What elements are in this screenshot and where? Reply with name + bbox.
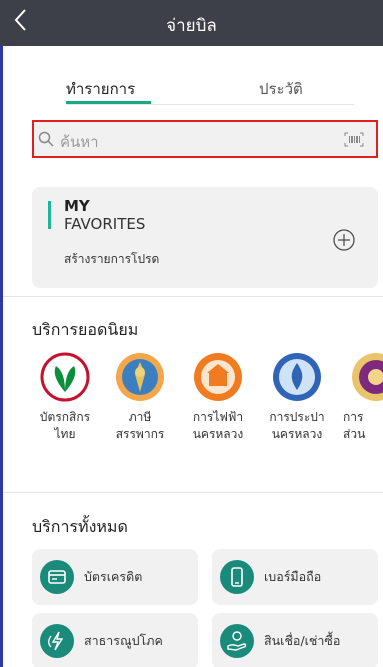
tab-transactions[interactable]: ทำรายการ — [66, 77, 135, 101]
section-divider — [0, 296, 383, 297]
active-tab-indicator — [66, 101, 151, 104]
popular-item-label: บัตรกสิกร — [39, 410, 91, 424]
category-utilities[interactable]: สาธารณูปโภค — [32, 613, 198, 667]
search-input[interactable]: ค้นหา — [32, 120, 378, 158]
popular-item-label: ภาษี — [128, 410, 152, 424]
category-loan[interactable]: สินเชื่อ/เช่าซื้อ — [212, 613, 378, 667]
all-services-title: บริการทั้งหมด — [32, 517, 128, 536]
government-seal-icon — [352, 353, 383, 401]
utilities-icon — [40, 624, 74, 658]
favorites-card[interactable]: MY FAVORITES สร้างรายการโปรด — [32, 187, 378, 288]
mea-logo-icon — [194, 353, 242, 401]
category-mobile[interactable]: เบอร์มือถือ — [212, 549, 378, 605]
left-accent-strip — [0, 46, 3, 667]
favorites-accent-bar — [48, 201, 51, 229]
favorites-title-line2: FAVORITES — [64, 215, 146, 233]
popular-item-label: การ — [343, 410, 364, 424]
popular-services-row: บัตรกสิกร ไทย ภาษี สรรพากร การไฟฟ้า นครห… — [0, 352, 383, 480]
category-label: บัตรเครดิต — [84, 569, 143, 584]
search-icon — [38, 131, 54, 147]
mwa-logo-icon — [273, 353, 321, 401]
section-divider — [0, 492, 383, 493]
category-label: สาธารณูปโภค — [84, 633, 163, 648]
category-label: เบอร์มือถือ — [264, 569, 322, 584]
create-favorite-label: สร้างรายการโปรด — [64, 252, 160, 266]
favorites-title-line1: MY — [64, 197, 90, 215]
category-credit-card[interactable]: บัตรเครดิต — [32, 549, 198, 605]
barcode-scan-icon[interactable] — [344, 132, 364, 147]
popular-services-title: บริการยอดนิยม — [32, 320, 139, 339]
tab-divider — [66, 104, 354, 105]
mobile-phone-icon — [220, 560, 254, 594]
search-placeholder: ค้นหา — [60, 133, 99, 151]
kbank-logo-icon — [40, 352, 90, 402]
credit-card-icon — [40, 560, 74, 594]
title-bar: จ่ายบิล — [0, 0, 383, 46]
popular-item-label: การประปา — [269, 410, 325, 424]
category-label: สินเชื่อ/เช่าซื้อ — [264, 633, 341, 648]
loan-hand-icon — [220, 624, 254, 658]
popular-item-label: นครหลวง — [192, 427, 244, 441]
main-content: ทำรายการ ประวัติ ค้นหา MY FAVORITES สร้า… — [0, 46, 383, 667]
popular-item-label: การไฟฟ้า — [192, 410, 244, 424]
revenue-department-logo-icon — [116, 353, 164, 401]
bill-payment-screen: จ่ายบิล ทำรายการ ประวัติ ค้นหา MY FAVORI… — [0, 0, 383, 667]
tab-history[interactable]: ประวัติ — [259, 77, 303, 101]
tab-bar: ทำรายการ ประวัติ — [0, 46, 383, 106]
popular-item-label: ไทย — [54, 427, 76, 441]
plus-circle-icon[interactable] — [333, 229, 355, 251]
popular-item-label: ส่วน — [343, 427, 366, 441]
page-title: จ่ายบิล — [166, 16, 217, 36]
popular-item-label: สรรพากร — [115, 427, 165, 441]
popular-item-label: นครหลวง — [271, 427, 323, 441]
